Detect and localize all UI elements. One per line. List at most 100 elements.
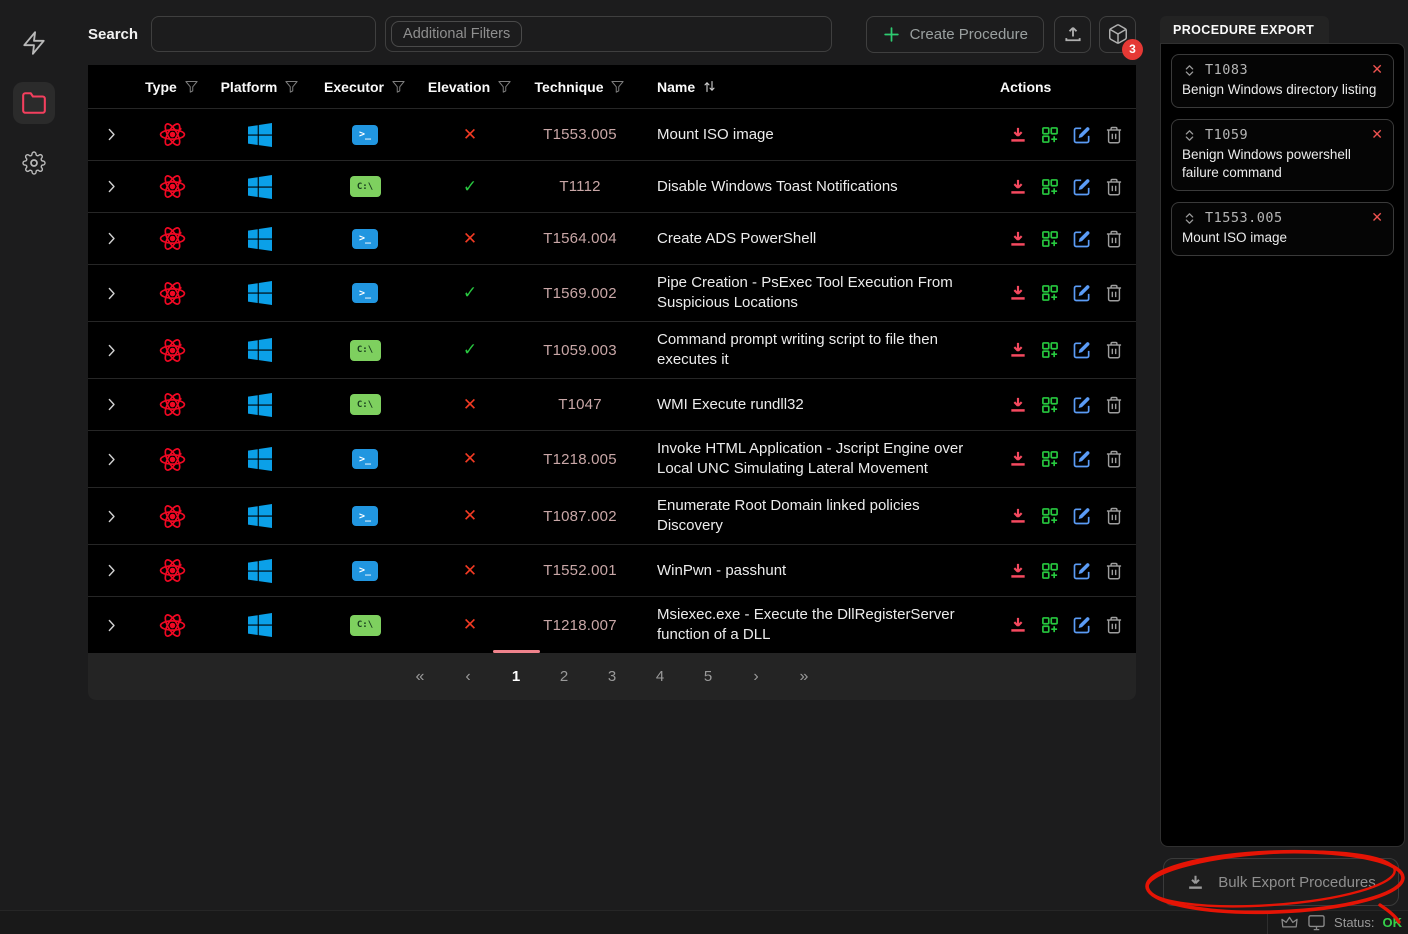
- download-button[interactable]: [1008, 506, 1028, 526]
- filter-icon[interactable]: [610, 79, 625, 94]
- add-to-export-button[interactable]: [1040, 561, 1060, 581]
- filter-icon[interactable]: [497, 79, 512, 94]
- download-button[interactable]: [1008, 449, 1028, 469]
- additional-filters-placeholder: Additional Filters: [391, 21, 522, 47]
- add-to-export-button[interactable]: [1040, 506, 1060, 526]
- crown-icon[interactable]: [1280, 913, 1299, 932]
- add-to-export-button[interactable]: [1040, 229, 1060, 249]
- pagination-page-2[interactable]: 2: [552, 668, 576, 685]
- row-expand-button[interactable]: [88, 178, 134, 195]
- edit-button[interactable]: [1072, 395, 1092, 415]
- windows-platform-icon: [248, 613, 272, 637]
- delete-button[interactable]: [1104, 561, 1124, 581]
- download-button[interactable]: [1008, 615, 1028, 635]
- edit-button[interactable]: [1072, 177, 1092, 197]
- elevation-x-icon: ✕: [463, 125, 477, 145]
- edit-button[interactable]: [1072, 125, 1092, 145]
- upload-icon: [1063, 24, 1083, 44]
- search-input[interactable]: [151, 16, 376, 52]
- delete-button[interactable]: [1104, 615, 1124, 635]
- pagination-page-1[interactable]: 1: [504, 668, 528, 685]
- pagination-next-button[interactable]: ›: [744, 668, 768, 686]
- pagination-page-4[interactable]: 4: [648, 668, 672, 685]
- drag-handle-icon[interactable]: [1182, 211, 1197, 226]
- bulk-export-label: Bulk Export Procedures: [1218, 874, 1376, 891]
- pagination-page-5[interactable]: 5: [696, 668, 720, 685]
- sidebar-item-dashboard[interactable]: [13, 22, 55, 64]
- delete-button[interactable]: [1104, 283, 1124, 303]
- row-expand-button[interactable]: [88, 508, 134, 525]
- edit-button[interactable]: [1072, 229, 1092, 249]
- additional-filters-input[interactable]: Additional Filters: [385, 16, 832, 52]
- windows-platform-icon: [248, 504, 272, 528]
- row-expand-button[interactable]: [88, 562, 134, 579]
- add-to-export-button[interactable]: [1040, 340, 1060, 360]
- pagination-first-button[interactable]: «: [408, 668, 432, 686]
- delete-button[interactable]: [1104, 449, 1124, 469]
- download-button[interactable]: [1008, 283, 1028, 303]
- sort-icon[interactable]: [702, 79, 717, 94]
- delete-button[interactable]: [1104, 229, 1124, 249]
- row-expand-button[interactable]: [88, 342, 134, 359]
- row-expand-button[interactable]: [88, 617, 134, 634]
- remove-from-export-button[interactable]: ✕: [1371, 210, 1383, 226]
- bulk-export-button[interactable]: Bulk Export Procedures: [1163, 858, 1399, 906]
- attack-type-icon: [159, 280, 186, 307]
- filter-icon[interactable]: [391, 79, 406, 94]
- elevation-x-icon: ✕: [463, 615, 477, 635]
- pagination-prev-button[interactable]: ‹: [456, 668, 480, 686]
- delete-button[interactable]: [1104, 395, 1124, 415]
- row-expand-button[interactable]: [88, 451, 134, 468]
- export-count-badge: 3: [1122, 39, 1143, 60]
- delete-button[interactable]: [1104, 125, 1124, 145]
- edit-button[interactable]: [1072, 561, 1092, 581]
- table-row: >_ ✕ T1564.004 Create ADS PowerShell: [88, 212, 1136, 264]
- row-expand-button[interactable]: [88, 285, 134, 302]
- upload-button[interactable]: [1054, 16, 1091, 53]
- download-button[interactable]: [1008, 340, 1028, 360]
- filter-icon[interactable]: [284, 79, 299, 94]
- sidebar-item-settings[interactable]: [13, 142, 55, 184]
- export-cart-button[interactable]: 3: [1099, 16, 1136, 53]
- row-expand-button[interactable]: [88, 396, 134, 413]
- delete-button[interactable]: [1104, 177, 1124, 197]
- drag-handle-icon[interactable]: [1182, 128, 1197, 143]
- add-to-export-button[interactable]: [1040, 283, 1060, 303]
- download-button[interactable]: [1008, 395, 1028, 415]
- elevation-x-icon: ✕: [463, 506, 477, 526]
- download-button[interactable]: [1008, 229, 1028, 249]
- elevation-x-icon: ✕: [463, 395, 477, 415]
- delete-button[interactable]: [1104, 506, 1124, 526]
- pagination-last-button[interactable]: »: [792, 668, 816, 686]
- row-expand-button[interactable]: [88, 230, 134, 247]
- download-button[interactable]: [1008, 561, 1028, 581]
- row-expand-button[interactable]: [88, 126, 134, 143]
- edit-button[interactable]: [1072, 615, 1092, 635]
- add-to-export-button[interactable]: [1040, 125, 1060, 145]
- technique-id: T1112: [520, 178, 640, 195]
- edit-button[interactable]: [1072, 506, 1092, 526]
- powershell-executor-icon: >_: [352, 283, 378, 303]
- edit-button[interactable]: [1072, 283, 1092, 303]
- filter-icon[interactable]: [184, 79, 199, 94]
- table-row: >_ ✕ T1218.005 Invoke HTML Application -…: [88, 430, 1136, 487]
- create-procedure-button[interactable]: Create Procedure: [866, 16, 1044, 53]
- remove-from-export-button[interactable]: ✕: [1371, 127, 1383, 143]
- add-to-export-button[interactable]: [1040, 615, 1060, 635]
- add-to-export-button[interactable]: [1040, 395, 1060, 415]
- add-to-export-button[interactable]: [1040, 177, 1060, 197]
- windows-platform-icon: [248, 559, 272, 583]
- delete-button[interactable]: [1104, 340, 1124, 360]
- sidebar-item-procedures[interactable]: [13, 82, 55, 124]
- edit-button[interactable]: [1072, 340, 1092, 360]
- add-to-export-button[interactable]: [1040, 449, 1060, 469]
- monitor-icon[interactable]: [1307, 913, 1326, 932]
- cmd-executor-icon: C:\: [350, 176, 381, 197]
- edit-button[interactable]: [1072, 449, 1092, 469]
- pagination-page-3[interactable]: 3: [600, 668, 624, 685]
- header-executor-label: Executor: [324, 79, 384, 95]
- download-button[interactable]: [1008, 125, 1028, 145]
- remove-from-export-button[interactable]: ✕: [1371, 62, 1383, 78]
- drag-handle-icon[interactable]: [1182, 63, 1197, 78]
- download-button[interactable]: [1008, 177, 1028, 197]
